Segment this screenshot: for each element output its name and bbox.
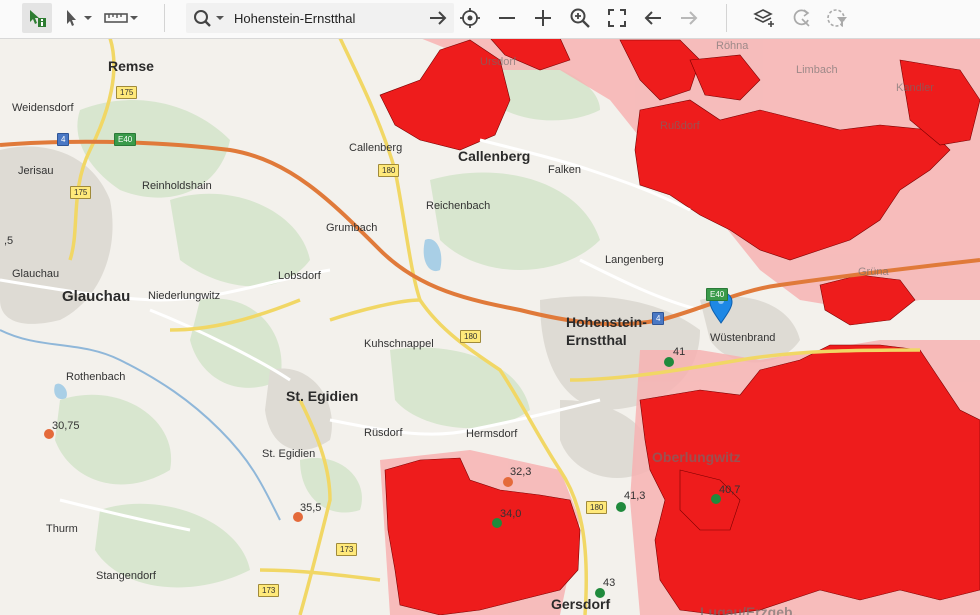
road-shield: 173 (336, 543, 358, 556)
place-label: Langenberg (605, 254, 664, 266)
place-label: Oberlungwitz (652, 449, 741, 465)
place-label: Ernstthal (566, 332, 627, 348)
back-button[interactable] (638, 3, 668, 33)
measurement-dot[interactable] (664, 357, 674, 367)
pointer-icon (67, 10, 92, 26)
place-label: Grumbach (326, 222, 378, 234)
locate-icon (460, 8, 480, 28)
locate-button[interactable] (455, 3, 485, 33)
map-view[interactable]: 175 175 4 E40 180 180 4 E40 180 173 173 … (0, 38, 980, 615)
place-label: Limbach (796, 64, 838, 76)
fullscreen-icon (608, 9, 626, 27)
layers-button[interactable] (750, 3, 780, 33)
map-toolbar (0, 0, 980, 39)
place-label: Rüsdorf (364, 427, 403, 439)
measurement-value: 40,7 (719, 484, 741, 496)
layers-icon (753, 9, 774, 27)
place-label: Wüstenbrand (710, 332, 776, 344)
measurement-value: 32,3 (510, 466, 532, 478)
measurement-value: ,5 (4, 235, 14, 247)
road-shield: 4 (57, 133, 70, 146)
place-label: Niederlungwitz (148, 290, 221, 302)
refresh-icon (793, 9, 810, 27)
zoom-to-icon (570, 8, 590, 28)
measurement-dot[interactable] (503, 477, 513, 487)
place-label: Glauchau (12, 268, 60, 280)
place-label: Kuhschnappel (364, 338, 434, 350)
place-label: Stangendorf (96, 570, 156, 582)
place-label: Ursdorf (480, 56, 517, 68)
zoom-out-icon (499, 17, 515, 19)
place-label: Glauchau (62, 288, 131, 305)
search-input[interactable] (234, 7, 424, 29)
measurement-value: 43 (603, 577, 616, 589)
place-label: Callenberg (458, 148, 531, 164)
road-shield: 180 (378, 164, 400, 177)
measurement-dot[interactable] (616, 502, 626, 512)
road-shield: 180 (460, 330, 482, 343)
place-label: Röhna (716, 40, 749, 52)
measure-tool-button[interactable] (102, 3, 140, 33)
place-label: Falken (548, 164, 582, 176)
zoom-in-icon (535, 10, 551, 26)
refresh-button[interactable] (787, 3, 817, 33)
ruler-icon (104, 13, 138, 23)
place-label: Gersdorf (551, 596, 611, 612)
place-label: Reinholdshain (142, 180, 212, 192)
road-shield: 173 (258, 584, 280, 597)
forward-button[interactable] (674, 3, 704, 33)
measurement-value: 41 (673, 346, 686, 358)
back-icon (644, 11, 661, 25)
road-shield: 4 (652, 312, 665, 325)
place-label: Hohenstein- (566, 314, 647, 330)
info-select-icon (30, 10, 46, 27)
place-label: St. Egidien (286, 388, 359, 404)
map-basemap (0, 38, 980, 615)
place-label: Remse (108, 58, 154, 74)
road-shield: 180 (586, 501, 608, 514)
place-label: Thurm (46, 523, 78, 535)
search-mode-button[interactable] (188, 3, 228, 33)
toolbar-divider (164, 4, 165, 32)
place-label: Reichenbach (426, 200, 491, 212)
fullscreen-button[interactable] (602, 3, 632, 33)
place-label: Grüna (858, 266, 889, 278)
forward-icon (681, 11, 698, 25)
arrow-right-icon (430, 11, 447, 25)
road-shield: 175 (70, 186, 92, 199)
filter-icon (827, 9, 847, 27)
road-shield: 175 (116, 86, 138, 99)
search-icon (194, 10, 224, 27)
zoom-to-button[interactable] (565, 3, 595, 33)
pointer-tool-button[interactable] (60, 3, 96, 33)
zoom-in-button[interactable] (528, 3, 558, 33)
search-go-button[interactable] (424, 3, 452, 33)
place-label: Jerisau (18, 165, 54, 177)
measurement-value: 30,75 (52, 420, 80, 432)
zoom-out-button[interactable] (492, 3, 522, 33)
measurement-value: 41,3 (624, 490, 646, 502)
place-label: Weidensdorf (12, 102, 74, 114)
measurement-value: 35,5 (300, 502, 322, 514)
place-label: Callenberg (349, 142, 403, 154)
info-select-button[interactable] (22, 3, 52, 33)
place-label: Lobsdorf (278, 270, 321, 282)
road-shield: E40 (706, 288, 729, 301)
filter-button[interactable] (822, 3, 852, 33)
road-shield: E40 (114, 133, 137, 146)
place-label: St. Egidien (262, 448, 316, 460)
toolbar-divider (726, 4, 727, 32)
search-box (186, 3, 454, 33)
measurement-value: 34,0 (500, 508, 522, 520)
place-label: Rußdorf (660, 120, 700, 132)
place-label: Rothenbach (66, 371, 126, 383)
place-label: Lugau/Erzgeb. (700, 604, 797, 615)
place-label: Hermsdorf (466, 428, 518, 440)
place-label: Kandler (896, 82, 934, 94)
